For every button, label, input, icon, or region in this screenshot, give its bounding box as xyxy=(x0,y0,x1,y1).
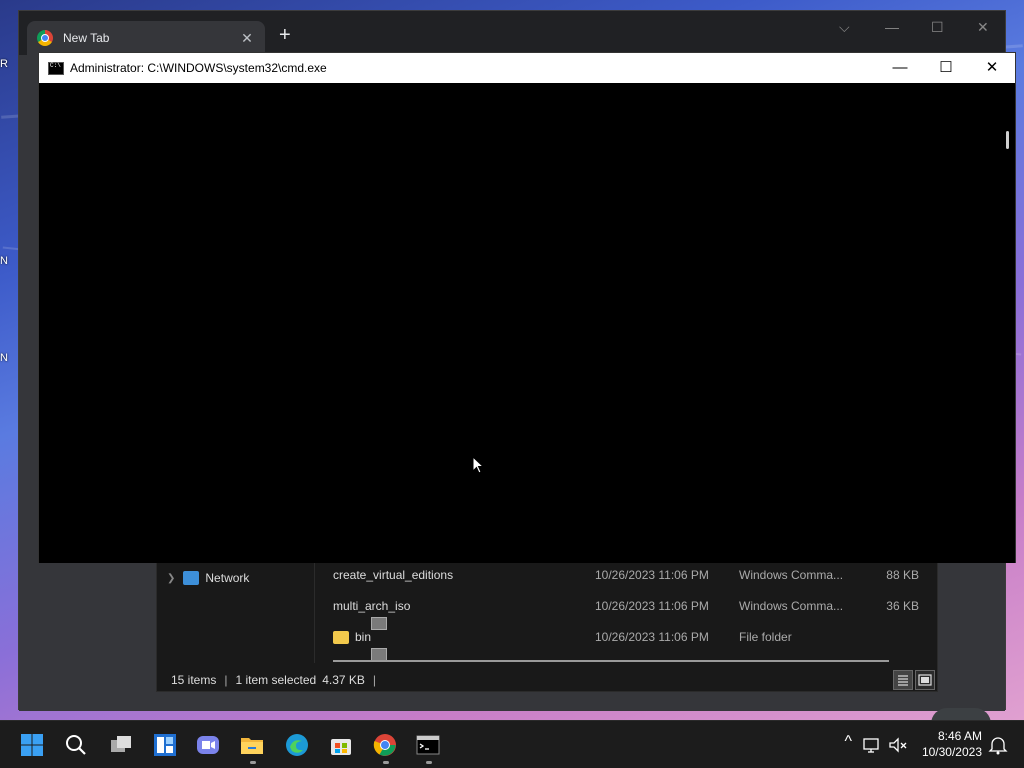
file-name: create_virtual_editions xyxy=(333,568,454,582)
vertical-scrollbar[interactable] xyxy=(998,83,1015,563)
cmd-window: Administrator: C:\WINDOWS\system32\cmd.e… xyxy=(38,52,1016,563)
file-name: bin xyxy=(355,630,372,644)
chrome-tab-title: New Tab xyxy=(63,31,110,45)
close-tab-icon[interactable]: ✕ xyxy=(239,30,255,47)
search-icon[interactable] xyxy=(64,733,88,757)
new-tab-button[interactable]: + xyxy=(279,25,291,45)
chrome-icon[interactable] xyxy=(373,733,397,757)
selection-count: 1 item selected xyxy=(235,673,317,687)
file-explorer-icon[interactable] xyxy=(240,733,264,757)
file-size: 88 KB xyxy=(886,568,919,582)
file-type: File folder xyxy=(739,630,792,644)
file-name: multi_arch_iso xyxy=(333,599,411,613)
console-output-area[interactable] xyxy=(39,83,999,563)
windows-start-icon[interactable] xyxy=(20,733,44,757)
status-separator: | xyxy=(372,673,377,687)
nav-item-label: Network xyxy=(205,571,250,585)
details-view-icon[interactable] xyxy=(893,670,913,690)
file-row[interactable]: bin 10/26/2023 11:06 PM File folder xyxy=(333,627,933,647)
chrome-favicon-icon xyxy=(37,30,53,46)
chrome-minimize-button[interactable]: — xyxy=(885,19,899,35)
volume-muted-icon[interactable] xyxy=(886,733,910,757)
mouse-pointer-icon xyxy=(472,456,484,474)
chrome-tab-strip: New Tab ✕ + ⌵ — ☐ ✕ xyxy=(19,11,1005,55)
desktop-icon-label[interactable]: N xyxy=(0,255,18,269)
status-separator: | xyxy=(224,673,228,687)
cmd-app-icon[interactable] xyxy=(48,61,64,75)
scrollbar-thumb[interactable] xyxy=(1006,131,1009,149)
cmd-titlebar[interactable]: Administrator: C:\WINDOWS\system32\cmd.e… xyxy=(39,53,1015,83)
close-button[interactable]: ✕ xyxy=(969,53,1015,83)
network-status-icon[interactable] xyxy=(860,733,884,757)
maximize-button[interactable]: ☐ xyxy=(923,53,969,83)
file-type: Windows Comma... xyxy=(739,568,844,582)
notification-icon[interactable] xyxy=(986,733,1010,757)
file-size: 36 KB xyxy=(886,599,919,613)
selection-size: 4.37 KB xyxy=(322,673,365,687)
file-row[interactable]: multi_arch_iso 10/26/2023 11:06 PM Windo… xyxy=(333,596,933,661)
chrome-maximize-button[interactable]: ☐ xyxy=(931,19,944,36)
network-icon xyxy=(183,571,200,585)
running-indicator xyxy=(250,761,256,764)
desktop-icon-label[interactable]: N xyxy=(0,352,18,366)
status-bar: 15 items | 1 item selected 4.37 KB | xyxy=(157,667,937,693)
running-indicator xyxy=(383,761,389,764)
horizontal-scrollbar[interactable] xyxy=(333,660,889,662)
terminal-icon[interactable] xyxy=(416,733,440,757)
chrome-close-button[interactable]: ✕ xyxy=(977,19,989,36)
chrome-tab-new-tab[interactable]: New Tab ✕ xyxy=(27,21,265,55)
teams-chat-icon[interactable] xyxy=(196,733,220,757)
tab-search-icon[interactable]: ⌵ xyxy=(839,19,850,36)
file-date: 10/26/2023 11:06 PM xyxy=(595,630,709,644)
taskbar: ^ 8:46 AM 10/30/2023 xyxy=(0,720,1024,768)
running-indicator xyxy=(426,761,432,764)
clock-time[interactable]: 8:46 AM xyxy=(912,729,982,743)
file-type: Windows Comma... xyxy=(739,599,844,613)
preview-view-icon[interactable] xyxy=(915,670,935,690)
navigation-pane: ❯ Network xyxy=(157,563,315,663)
folder-icon xyxy=(333,630,349,644)
file-row[interactable]: create_virtual_editions 10/26/2023 11:06… xyxy=(333,565,933,630)
nav-item-network[interactable]: ❯ Network xyxy=(167,571,249,585)
task-view-icon[interactable] xyxy=(109,733,133,757)
file-date: 10/26/2023 11:06 PM xyxy=(595,599,709,613)
clock-date[interactable]: 10/30/2023 xyxy=(912,745,982,759)
desktop-icon-label[interactable]: R xyxy=(0,58,18,72)
widgets-icon[interactable] xyxy=(153,733,177,757)
tray-overflow-chevron-icon[interactable]: ^ xyxy=(836,733,852,751)
chevron-right-icon[interactable]: ❯ xyxy=(167,573,175,584)
file-explorer-window: ❯ Network create_virtual_editions 10/26/… xyxy=(156,562,938,692)
cmd-window-title: Administrator: C:\WINDOWS\system32\cmd.e… xyxy=(70,61,327,75)
minimize-button[interactable]: — xyxy=(877,53,923,83)
file-date: 10/26/2023 11:06 PM xyxy=(595,568,709,582)
item-count: 15 items xyxy=(171,673,217,687)
edge-icon[interactable] xyxy=(285,733,309,757)
store-icon[interactable] xyxy=(329,733,353,757)
